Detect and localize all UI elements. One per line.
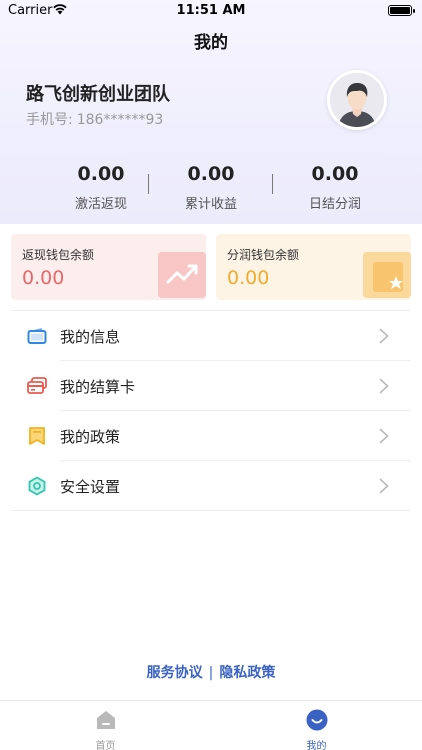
wallet-amount: 0.00 — [22, 267, 65, 289]
status-bar: Carrier 11:51 AM — [0, 0, 422, 22]
stats-row: 0.00 激活返现 0.00 累计收益 0.00 日结分润 — [0, 163, 422, 213]
phone-label: 手机号: — [26, 112, 73, 128]
phone-value: 186******93 — [76, 112, 164, 128]
stat-daily-profit-share[interactable]: 0.00 日结分润 — [265, 163, 405, 212]
menu-item-label: 我的政策 — [60, 428, 121, 446]
team-name: 路飞创新创业团队 — [26, 84, 170, 105]
menu-item-label: 安全设置 — [60, 478, 121, 496]
stat-cumulative-earnings[interactable]: 0.00 累计收益 — [141, 163, 281, 212]
menu-item-settlement-card[interactable]: 我的结算卡 — [11, 361, 411, 411]
cashback-wallet-card[interactable]: 返现钱包余额 0.00 — [11, 234, 206, 300]
tab-mine[interactable]: 我的 — [211, 701, 422, 750]
tab-label: 首页 — [95, 741, 116, 750]
wallet-icon — [27, 326, 47, 346]
menu-item-security-settings[interactable]: 安全设置 — [11, 461, 411, 511]
star-card-icon — [363, 252, 411, 298]
link-separator: | — [208, 665, 214, 681]
home-icon — [94, 709, 118, 731]
clock: 11:51 AM — [176, 3, 246, 18]
battery-icon — [388, 5, 415, 16]
legal-links: 服务协议 | 隐私政策 — [0, 662, 422, 682]
wallet-title: 分润钱包余额 — [227, 248, 300, 262]
chevron-right-icon — [379, 328, 389, 344]
trend-chart-icon — [158, 252, 206, 298]
card-icon — [27, 376, 47, 396]
wallet-title: 返现钱包余额 — [22, 248, 95, 262]
stat-label: 日结分润 — [308, 197, 361, 212]
stat-label: 累计收益 — [184, 197, 237, 212]
menu-item-my-policy[interactable]: 我的政策 — [11, 411, 411, 461]
chevron-right-icon — [379, 478, 389, 494]
tab-bar: 首页 我的 — [0, 700, 422, 750]
chevron-right-icon — [379, 428, 389, 444]
menu-item-my-info[interactable]: 我的信息 — [11, 311, 411, 361]
profile-icon — [305, 709, 329, 731]
avatar-person-icon — [330, 73, 384, 127]
phone-number: 手机号: 186******93 — [26, 109, 163, 129]
divider — [11, 510, 411, 511]
tab-home[interactable]: 首页 — [0, 701, 211, 750]
profit-share-wallet-card[interactable]: 分润钱包余额 0.00 — [216, 234, 411, 300]
tab-label: 我的 — [306, 741, 327, 750]
stat-value: 0.00 — [311, 163, 359, 185]
bookmark-icon — [27, 426, 47, 446]
menu-item-label: 我的结算卡 — [60, 378, 136, 396]
wallet-amount: 0.00 — [227, 267, 270, 289]
menu-list: 我的信息 我的结算卡 我的政策 安全设置 — [11, 311, 411, 511]
service-agreement-link[interactable]: 服务协议 — [147, 665, 203, 681]
hexagon-icon — [27, 476, 47, 496]
stat-value: 0.00 — [187, 163, 235, 185]
avatar[interactable] — [327, 70, 387, 130]
privacy-policy-link[interactable]: 隐私政策 — [219, 665, 275, 681]
menu-item-label: 我的信息 — [60, 328, 121, 346]
page-title: 我的 — [194, 33, 228, 53]
chevron-right-icon — [379, 378, 389, 394]
